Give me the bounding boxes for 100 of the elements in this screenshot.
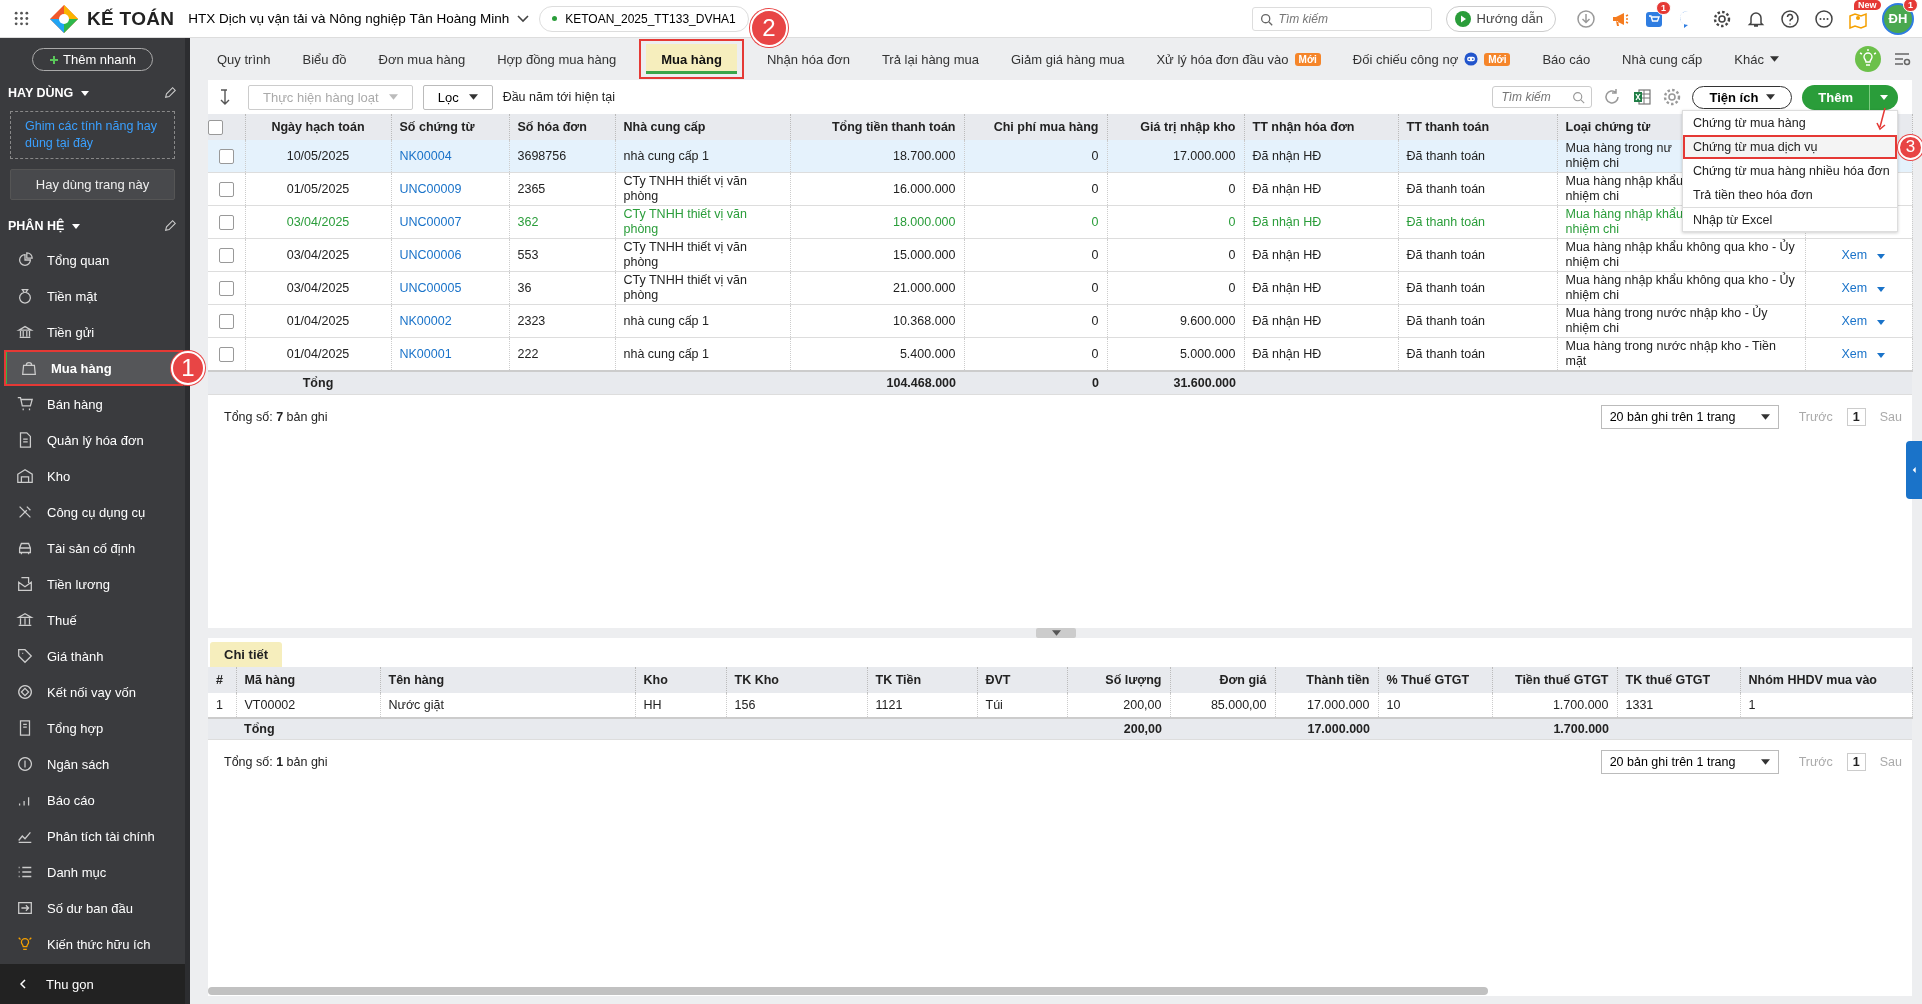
select-all-checkbox[interactable] [208, 119, 223, 135]
row-checkbox[interactable] [218, 313, 234, 329]
sidebar-item[interactable]: Tổng quan [0, 242, 185, 278]
sidebar-item[interactable]: Quản lý hóa đơn [0, 422, 185, 458]
sidebar-item[interactable]: Thuế [0, 602, 185, 638]
more-tab[interactable]: Khác [1719, 44, 1794, 74]
column-header[interactable]: Mã hàng [236, 667, 380, 693]
add-button[interactable]: Thêm [1802, 84, 1869, 110]
column-header[interactable]: Giá trị nhập kho [1107, 114, 1244, 140]
voucher-link[interactable]: UNC00009 [399, 181, 462, 196]
help-icon[interactable] [1780, 8, 1800, 29]
database-selector[interactable]: KETOAN_2025_TT133_DVHA1 [539, 5, 749, 32]
excel-icon[interactable] [1632, 87, 1653, 107]
tab[interactable]: Trả lại hàng mua [866, 44, 994, 74]
detail-tab[interactable]: Chi tiết [210, 642, 283, 667]
view-link[interactable]: Xem [1841, 346, 1868, 361]
side-panel-toggle[interactable] [1906, 441, 1922, 499]
voucher-link[interactable]: UNC00006 [399, 247, 462, 262]
filter-dropdown[interactable]: Lọc [422, 84, 493, 110]
caret-icon[interactable] [1877, 286, 1886, 292]
column-header[interactable]: Tổng tiền thanh toán [790, 114, 964, 140]
row-checkbox[interactable] [218, 346, 234, 362]
tab[interactable]: Hợp đồng mua hàng [482, 44, 632, 74]
caret-icon[interactable] [1877, 352, 1886, 358]
section-title[interactable]: PHÂN HỆ [8, 219, 65, 233]
page-number[interactable]: 1 [1846, 753, 1866, 771]
tab[interactable]: Đối chiếu công nợ Mới [1337, 44, 1526, 74]
column-header[interactable]: TK Kho [726, 667, 867, 693]
column-header[interactable]: TT thanh toán [1398, 114, 1557, 140]
column-header[interactable]: Số lượng [1067, 667, 1170, 693]
row-checkbox[interactable] [218, 148, 234, 164]
sidebar-item[interactable]: Tổng hợp [0, 710, 185, 746]
tab[interactable]: Biểu đồ [287, 44, 362, 74]
sidebar-item[interactable]: Ngân sách [0, 746, 185, 782]
company-selector[interactable]: HTX Dịch vụ vận tải và Nông nghiệp Tân Hoàng Minh [188, 11, 530, 26]
tab[interactable]: Nhận hóa đơn [751, 44, 865, 74]
collapse-button[interactable]: Thu gọn [0, 964, 185, 1004]
tab[interactable]: Nhà cung cấp [1607, 44, 1718, 74]
sidebar-item[interactable]: Bán hàng [0, 386, 185, 422]
tab[interactable]: Báo cáo [1527, 44, 1606, 74]
scrollbar-thumb[interactable] [208, 987, 1488, 995]
apps-grid-icon[interactable] [14, 11, 29, 26]
sidebar-item[interactable]: Mua hàng [4, 350, 183, 386]
add-menu-button[interactable] [1869, 84, 1898, 110]
splitter-handle[interactable] [1036, 628, 1076, 638]
tab[interactable]: Quy trình [202, 44, 286, 74]
settings-icon[interactable] [1712, 8, 1732, 29]
edit-icon[interactable] [163, 219, 177, 233]
voucher-link[interactable]: NK00002 [399, 313, 452, 328]
utilities-button[interactable]: Tiện ích [1692, 85, 1793, 109]
page-size-dropdown[interactable]: 20 bản ghi trên 1 trang [1600, 750, 1779, 774]
column-header[interactable]: Kho [635, 667, 726, 693]
sidebar-item[interactable]: Kiến thức hữu ích [0, 926, 185, 962]
search-field[interactable]: Tìm kiếm [1492, 86, 1593, 108]
voucher-link[interactable]: NK00001 [399, 346, 452, 361]
column-header[interactable]: Nhà cung cấp [615, 114, 790, 140]
column-header[interactable]: # [208, 667, 236, 693]
caret-icon[interactable] [1877, 319, 1886, 325]
sidebar-item[interactable]: Công cụ dụng cụ [0, 494, 185, 530]
page-size-dropdown[interactable]: 20 bản ghi trên 1 trang [1600, 405, 1779, 429]
search-field[interactable]: Tìm kiếm [1251, 6, 1432, 31]
page-number[interactable]: 1 [1846, 408, 1866, 426]
sidebar-item[interactable]: Số dư ban đầu [0, 890, 185, 926]
edit-icon[interactable] [163, 86, 177, 100]
sidebar-item[interactable]: Tiền mặt [0, 278, 185, 314]
row-checkbox[interactable] [218, 247, 234, 263]
column-header[interactable]: Thành tiền [1275, 667, 1378, 693]
download-icon[interactable] [1576, 8, 1596, 29]
sidebar-item[interactable]: Danh mục [0, 854, 185, 890]
tab[interactable]: Đơn mua hàng [363, 44, 481, 74]
tab[interactable]: Xử lý hóa đơn đầu vào Mới [1141, 44, 1336, 74]
menu-item[interactable]: Trả tiền theo hóa đơn [1683, 182, 1897, 207]
voucher-link[interactable]: UNC00005 [399, 280, 462, 295]
column-header[interactable]: TT nhận hóa đơn [1244, 114, 1398, 140]
row-checkbox[interactable] [218, 214, 234, 230]
column-header[interactable]: TK Tiền [867, 667, 977, 693]
period-label[interactable]: Đầu năm tới hiện tại [502, 90, 616, 104]
caret-icon[interactable] [1877, 253, 1886, 259]
sidebar-item[interactable]: Báo cáo [0, 782, 185, 818]
menu-item[interactable]: Chứng từ mua dịch vụ [1683, 134, 1897, 159]
column-header[interactable]: Tên hàng [380, 667, 635, 693]
row-checkbox[interactable] [218, 181, 234, 197]
sidebar-item[interactable]: Tài sản cố định [0, 530, 185, 566]
section-title[interactable]: HAY DÙNG [8, 86, 74, 100]
view-link[interactable]: Xem [1841, 313, 1868, 328]
column-header[interactable]: Số hóa đơn [509, 114, 615, 140]
caret-icon[interactable] [81, 90, 90, 96]
menu-item[interactable]: Nhập từ Excel [1683, 206, 1897, 231]
tab[interactable]: Giảm giá hàng mua [996, 44, 1140, 74]
row-checkbox[interactable] [218, 280, 234, 296]
column-header[interactable]: Số chứng từ [391, 114, 509, 140]
caret-icon[interactable] [72, 223, 81, 229]
favorite-page-button[interactable]: Hay dùng trang này [10, 169, 175, 200]
view-link[interactable]: Xem [1841, 280, 1868, 295]
sidebar-item[interactable]: Tiền lương [0, 566, 185, 602]
sidebar-item[interactable]: Kết nối vay vốn [0, 674, 185, 710]
sidebar-item[interactable]: Giá thành [0, 638, 185, 674]
column-header[interactable]: Chi phí mua hàng [964, 114, 1107, 140]
column-header[interactable]: Đơn giá [1170, 667, 1275, 693]
tab[interactable]: Mua hàng [646, 44, 737, 74]
